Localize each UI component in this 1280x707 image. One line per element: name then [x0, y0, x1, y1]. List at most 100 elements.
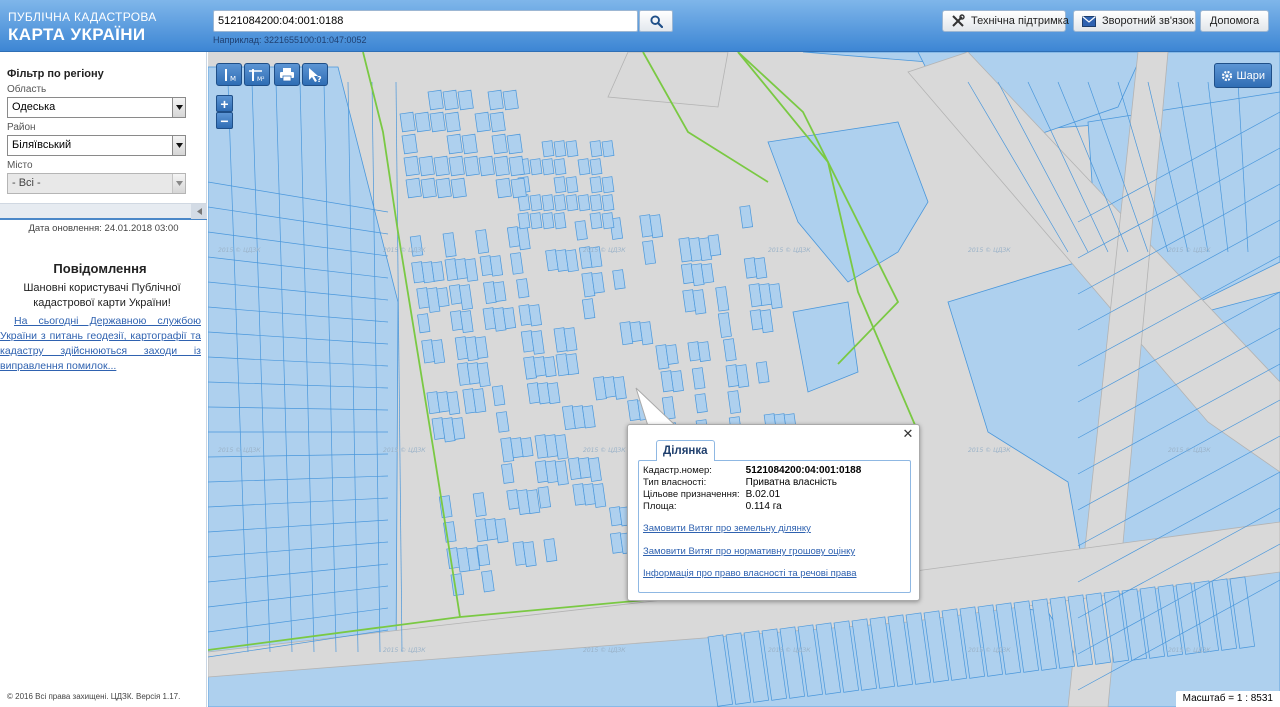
city-label: Місто	[7, 160, 33, 171]
search-hint: Наприклад: 3221655100:01:047:0052	[213, 35, 367, 45]
parcel	[405, 177, 422, 199]
info-key: Цільове призначення:	[643, 489, 740, 500]
parcel	[431, 261, 445, 282]
parcel	[639, 321, 654, 346]
parcel	[427, 89, 444, 111]
parcel	[510, 177, 527, 199]
parcel	[577, 158, 591, 176]
parcel	[601, 194, 615, 212]
measure-area-button[interactable]: M²	[244, 63, 270, 86]
site-logo[interactable]: ПУБЛІЧНА КАДАСТРОВА КАРТА УКРАЇНИ	[8, 11, 157, 43]
parcel	[418, 155, 435, 177]
feedback-button[interactable]: Зворотний зв'язок	[1073, 10, 1196, 32]
parcel	[481, 570, 495, 593]
measure-distance-button[interactable]: M	[216, 63, 242, 86]
cadastral-search-input[interactable]	[213, 10, 638, 32]
parcel	[601, 212, 615, 230]
parcel	[399, 111, 416, 133]
order-valuation-link[interactable]: Замовити Витяг про нормативну грошову оц…	[643, 546, 855, 557]
search-area: Наприклад: 3221655100:01:047:0052	[213, 10, 673, 45]
parcel	[739, 205, 754, 229]
printer-icon	[280, 68, 294, 82]
layers-label: Шари	[1236, 69, 1265, 82]
info-key: Площа:	[643, 501, 677, 512]
parcel	[401, 133, 418, 155]
parcel	[442, 89, 459, 111]
parcel	[516, 278, 530, 299]
info-value: 5121084200:04:001:0188	[745, 465, 862, 476]
parcel	[565, 194, 579, 212]
cursor-help-icon: ?	[309, 67, 322, 83]
parcel	[601, 176, 615, 194]
area-ruler-icon: M²	[249, 68, 265, 83]
watermark-text: 2015 © ЦДЗК	[968, 447, 1011, 454]
parcel	[589, 176, 603, 194]
identify-button[interactable]: ?	[302, 63, 328, 86]
parcel	[589, 212, 603, 230]
parcel	[581, 298, 596, 320]
filter-title: Фільтр по регіону	[7, 68, 104, 80]
parcel	[489, 111, 506, 133]
parcel	[541, 158, 555, 176]
chevron-down-icon	[172, 174, 185, 193]
chevron-left-icon	[196, 208, 202, 215]
print-button[interactable]	[274, 63, 300, 86]
parcel	[537, 486, 552, 509]
city-select[interactable]: - Всі -	[7, 173, 186, 194]
chevron-down-icon	[172, 98, 185, 117]
parcel	[436, 287, 450, 308]
city-value: - Всі -	[12, 177, 41, 189]
parcel	[444, 111, 461, 133]
parcel	[403, 155, 420, 177]
watermark-text: 2015 © ЦДЗК	[1168, 447, 1211, 454]
parcel	[493, 281, 507, 302]
parcel	[717, 312, 732, 338]
parcel	[553, 140, 567, 158]
map-canvas[interactable]: 2015 © ЦДЗК 2015 © ЦДЗК 2015 © ЦДЗК 2015 © …	[208, 52, 1280, 707]
rayon-select[interactable]: Біляївський	[7, 135, 186, 156]
zoom-out-button[interactable]: −	[216, 112, 233, 129]
parcel	[588, 457, 602, 482]
parcel	[642, 240, 656, 265]
watermark-text: 2015 © ЦДЗК	[1168, 247, 1211, 254]
watermark-text: 2015 © ЦДЗК	[218, 247, 261, 254]
notice-title: Повідомлення	[53, 261, 147, 276]
parcel	[478, 155, 495, 177]
watermark-text: 2015 © ЦДЗК	[383, 647, 426, 654]
parcel	[461, 133, 478, 155]
parcel	[589, 194, 603, 212]
svg-text:M²: M²	[257, 76, 265, 83]
parcel	[694, 393, 708, 414]
parcel	[601, 140, 615, 158]
header: ПУБЛІЧНА КАДАСТРОВА КАРТА УКРАЇНИ Наприк…	[0, 0, 1280, 52]
layers-button[interactable]: Шари	[1213, 63, 1272, 88]
watermark-text: 2015 © ЦДЗК	[383, 247, 426, 254]
collapse-sidebar-button[interactable]	[191, 204, 207, 219]
close-icon[interactable]: ✕	[902, 427, 914, 440]
ownership-info-link[interactable]: Інформація про право власності та речові…	[643, 568, 857, 579]
parcel	[458, 284, 473, 311]
watermark-text: 2015 © ЦДЗК	[768, 247, 811, 254]
update-date: Дата оновлення: 24.01.2018 03:00	[28, 223, 179, 234]
parcel	[529, 194, 543, 212]
parcel	[700, 263, 715, 284]
order-extract-link[interactable]: Замовити Витяг про земельну ділянку	[643, 523, 811, 534]
map-view[interactable]: 2015 © ЦДЗК 2015 © ЦДЗК 2015 © ЦДЗК 2015 © …	[208, 52, 1280, 707]
search-button[interactable]	[639, 10, 673, 32]
parcel	[463, 155, 480, 177]
parcel	[457, 89, 474, 111]
watermark-text: 2015 © ЦДЗК	[768, 647, 811, 654]
oblast-select[interactable]: Одеська	[7, 97, 186, 118]
info-row-ownership: Тип власності: Приватна власність	[643, 477, 837, 488]
tech-support-button[interactable]: Технічна підтримка	[942, 10, 1069, 32]
watermark-text: 2015 © ЦДЗК	[1168, 647, 1211, 654]
parcel	[448, 155, 465, 177]
parcel	[755, 361, 770, 384]
notice-link[interactable]: На сьогодні Державною службою України з …	[0, 314, 201, 374]
parcel	[420, 177, 437, 199]
parcel	[589, 140, 603, 158]
logo-line-2: КАРТА УКРАЇНИ	[8, 25, 146, 44]
zoom-in-button[interactable]: +	[216, 95, 233, 112]
help-button[interactable]: Допомога	[1200, 10, 1269, 32]
tab-parcel[interactable]: Ділянка	[656, 440, 715, 461]
